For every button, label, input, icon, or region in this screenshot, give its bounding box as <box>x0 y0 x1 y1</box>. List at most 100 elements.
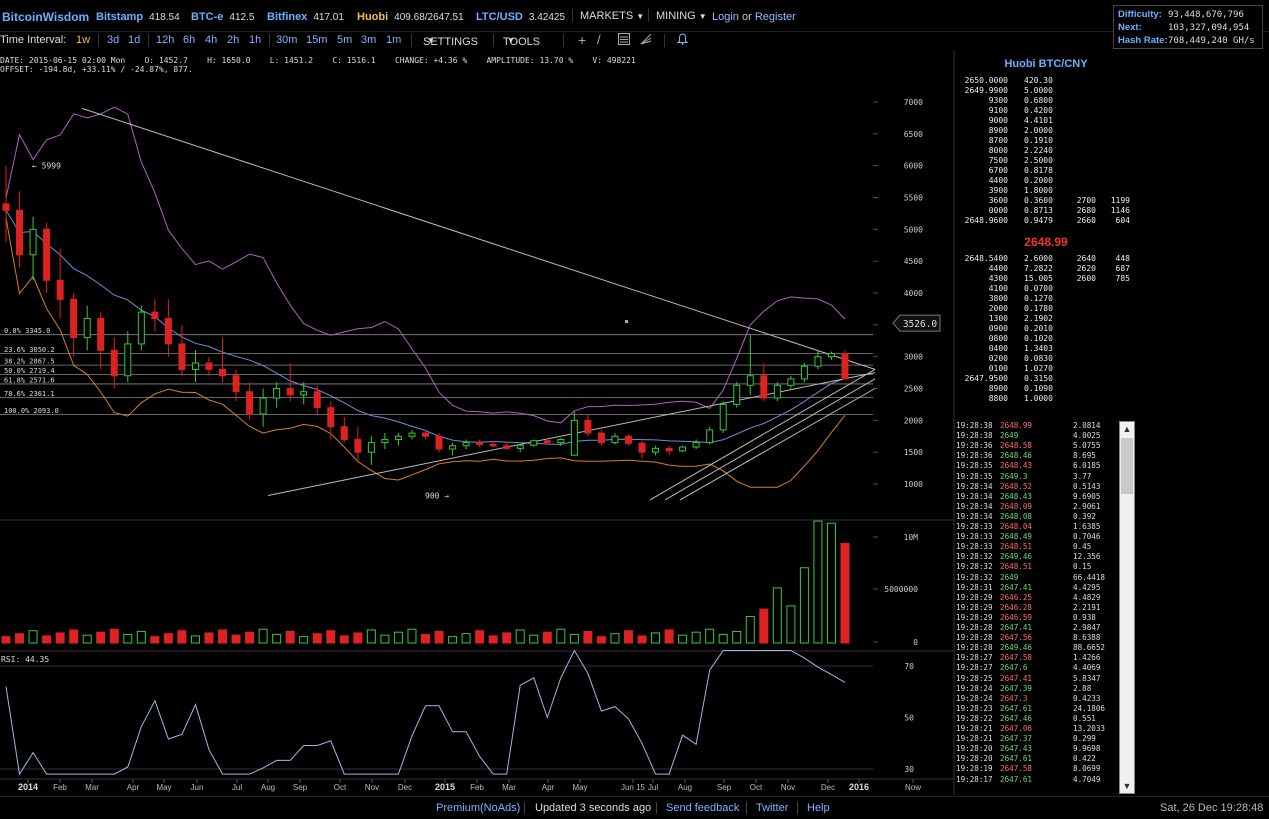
feedback-link[interactable]: Send feedback <box>666 802 739 814</box>
interval-15m[interactable]: 15m <box>306 34 327 46</box>
volume-bar <box>529 634 539 644</box>
candle-body <box>97 317 105 351</box>
time-tick-label: Jun <box>191 783 204 792</box>
interval-30m[interactable]: 30m <box>276 34 297 46</box>
book-amount: 2.1902 <box>1024 314 1053 323</box>
divider <box>572 9 573 22</box>
login-link[interactable]: Login <box>712 11 739 23</box>
book-price: 3900 <box>988 186 1008 195</box>
divider <box>746 802 747 814</box>
help-link[interactable]: Help <box>807 802 830 814</box>
volume-tick-label: 0 <box>913 638 918 647</box>
trade-price: 2646.59 <box>1000 612 1033 622</box>
fan-tool-icon[interactable] <box>640 33 652 48</box>
trade-amount: 0.392 <box>1073 511 1096 521</box>
exchange-btce[interactable]: BTC-e 412.5 <box>191 11 254 23</box>
scroll-thumb[interactable] <box>1121 438 1133 494</box>
book-price: 8000 <box>988 146 1008 155</box>
time-tick-label: Apr <box>542 783 555 792</box>
mining-menu[interactable]: MINING ▼ <box>656 10 707 22</box>
order-book-row: 9000 4.4101 <box>956 116 1136 126</box>
trade-price: 2648.52 <box>1000 481 1033 491</box>
exchange-ltcusd[interactable]: LTC/USD 3.42425 <box>476 11 565 23</box>
candle-body <box>530 440 538 446</box>
trade-price: 2647.41 <box>1000 582 1033 592</box>
price-chart[interactable]: 0.0% 3345.0 23.6% 3050.2 38.2% 2867.550.0%… <box>0 50 955 795</box>
divider <box>98 34 99 47</box>
trade-row: 19:28:33 2648.51 0.45 <box>956 543 1118 552</box>
book-amount: 0.1020 <box>1024 334 1053 343</box>
crosshair-tool-icon[interactable]: + <box>578 32 586 48</box>
brand-logo[interactable]: BitcoinWisdom <box>2 10 89 24</box>
scroll-up-icon[interactable]: ▲ <box>1120 422 1134 436</box>
caret-down-icon: ▼ <box>427 36 435 45</box>
interval-3m[interactable]: 3m <box>361 34 376 46</box>
interval-1w[interactable]: 1w <box>76 34 90 46</box>
candle-body <box>597 432 605 444</box>
order-book-row: 4300 15.005 2600 785 <box>956 274 1136 284</box>
high-annotation: ← 5999 <box>32 162 61 171</box>
trade-time: 19:28:32 <box>956 552 993 562</box>
trade-row: 19:28:34 2648.52 0.5143 <box>956 481 1118 492</box>
interval-1d[interactable]: 1d <box>128 34 140 46</box>
interval-1h[interactable]: 1h <box>249 34 261 46</box>
volume-bar <box>461 633 471 644</box>
interval-4h[interactable]: 4h <box>205 34 217 46</box>
interval-3d[interactable]: 3d <box>107 34 119 46</box>
divider <box>148 34 149 47</box>
volume-bar <box>55 632 65 644</box>
trade-amount: 2.9061 <box>1073 501 1101 511</box>
twitter-link[interactable]: Twitter <box>756 802 788 814</box>
volume-bar <box>163 633 173 644</box>
exchange-huobi[interactable]: Huobi 409.68/2647.51 <box>357 11 464 23</box>
trade-history-scrollbar[interactable]: ▲ ▼ <box>1119 421 1135 794</box>
trade-row: 19:28:34 2648.09 2.9061 <box>956 501 1118 512</box>
trade-amount: 0.5143 <box>1073 481 1101 491</box>
volume-bar <box>285 630 295 644</box>
price-tick-label: 2500 <box>904 385 923 394</box>
candle-body <box>773 384 781 399</box>
interval-1m[interactable]: 1m <box>386 34 401 46</box>
volume-bar <box>353 632 363 644</box>
order-book-row: 2000 0.1780 <box>956 304 1136 314</box>
trade-time: 19:28:23 <box>956 703 993 713</box>
book-depth-amount: 448 <box>1115 254 1130 263</box>
trade-amount: 4.4295 <box>1073 582 1101 592</box>
candle-body <box>692 442 700 448</box>
book-amount: 1.0270 <box>1024 364 1053 373</box>
volume-bar <box>732 630 742 644</box>
trade-amount: 66.4418 <box>1073 572 1106 582</box>
candle-body <box>164 317 172 345</box>
trade-amount: 9.9698 <box>1073 744 1101 754</box>
candle-body <box>259 397 267 415</box>
trade-price: 2646.28 <box>1000 602 1033 612</box>
book-amount: 0.1780 <box>1024 304 1053 313</box>
trade-time: 19:28:28 <box>956 623 993 632</box>
exchange-bitfinex[interactable]: Bitfinex 417.01 <box>267 11 344 23</box>
register-link[interactable]: Register <box>755 11 796 23</box>
line-tool-icon[interactable]: / <box>597 32 601 47</box>
fib-level-label: 38.2% 2867.5 <box>4 358 55 366</box>
interval-12h[interactable]: 12h <box>156 34 174 46</box>
trade-time: 19:28:36 <box>956 451 993 461</box>
volume-bar <box>678 634 688 644</box>
volume-bar <box>28 630 38 644</box>
alert-bell-icon[interactable] <box>676 33 689 48</box>
trade-row: 19:28:36 2648.46 8.695 <box>956 452 1118 461</box>
interval-2h[interactable]: 2h <box>227 34 239 46</box>
order-book-row: 4400 7.2822 2620 687 <box>956 264 1136 274</box>
interval-5m[interactable]: 5m <box>337 34 352 46</box>
book-price: 9000 <box>988 116 1008 125</box>
book-amount: 0.8178 <box>1024 166 1053 175</box>
fibonacci-tool-icon[interactable] <box>618 33 630 48</box>
interval-6h[interactable]: 6h <box>183 34 195 46</box>
exchange-bitstamp[interactable]: Bitstamp 418.54 <box>96 11 180 23</box>
trade-amount: 12.356 <box>1073 552 1101 562</box>
order-book-row: 2648.5400 2.6000 2640 448 <box>956 254 1136 264</box>
scroll-down-icon[interactable]: ▼ <box>1120 779 1134 793</box>
markets-menu[interactable]: MARKETS ▼ <box>580 10 644 22</box>
trade-amount: 0.938 <box>1073 612 1096 622</box>
trade-amount: 24.1806 <box>1073 703 1106 713</box>
premium-link[interactable]: Premium(NoAds) <box>436 802 520 814</box>
fib-level-label: 100.0% 2093.0 <box>4 407 59 415</box>
